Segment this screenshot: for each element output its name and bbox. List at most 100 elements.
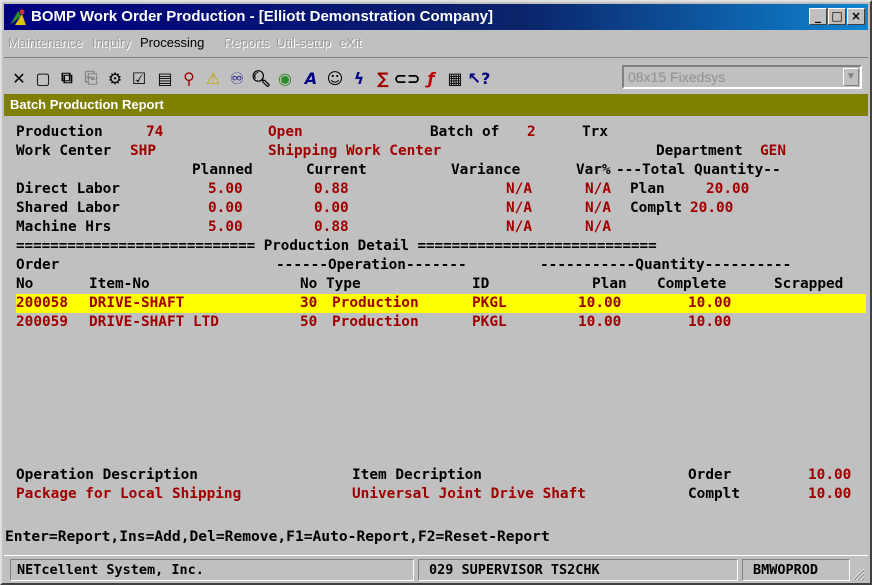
labor-variance: N/A <box>506 200 532 216</box>
variance-header: Variance <box>451 162 521 178</box>
current-header: Current <box>306 162 367 178</box>
order-group-header: Order <box>16 257 60 273</box>
menu-maintenance[interactable]: Maintenance <box>8 35 82 50</box>
formula-icon[interactable]: ∑ <box>372 67 394 89</box>
work-center-label: Work Center <box>16 143 112 159</box>
production-status: Open <box>268 124 303 140</box>
app-icon <box>10 9 26 25</box>
warning-icon[interactable]: ⚠ <box>202 67 224 89</box>
operation-description-label: Operation Description <box>16 467 198 483</box>
row-complete: 10.00 <box>688 295 732 311</box>
labor-current: 0.88 <box>314 181 349 197</box>
title-bar[interactable]: BOMP Work Order Production - [Elliott De… <box>4 4 868 30</box>
globe-icon[interactable]: ◉ <box>274 67 296 89</box>
labor-planned: 5.00 <box>208 181 243 197</box>
application-window: BOMP Work Order Production - [Elliott De… <box>0 0 872 585</box>
font-select[interactable]: 08x15 Fixedsys ▼ <box>622 65 862 89</box>
order-qty-label: Order <box>688 467 732 483</box>
properties-icon[interactable]: ☑ <box>128 67 150 89</box>
paste-icon[interactable]: ⎘ <box>80 67 102 89</box>
link-icon[interactable]: ⊂⊃ <box>394 67 421 89</box>
menu-inquiry[interactable]: Inquiry <box>92 35 131 50</box>
row-op-type: Production <box>332 314 419 330</box>
minimize-button[interactable]: _ <box>809 8 827 25</box>
binoculars-icon[interactable]: ♾ <box>226 67 248 89</box>
labor-variance: N/A <box>506 181 532 197</box>
work-center-name: Shipping Work Center <box>268 143 442 159</box>
batch-label: Batch of <box>430 124 500 140</box>
key-hint-line: Enter=Report,Ins=Add,Del=Remove,F1=Auto-… <box>5 528 550 545</box>
item-description-value: Universal Joint Drive Shaft <box>352 486 586 502</box>
row-plan: 10.00 <box>578 314 622 330</box>
lightning-icon[interactable]: ϟ <box>348 67 370 89</box>
window-title: BOMP Work Order Production - [Elliott De… <box>31 8 493 25</box>
total-label: Plan <box>630 181 665 197</box>
function-icon[interactable]: ƒ <box>420 67 442 89</box>
menu-bar: Maintenance Inquiry Processing Reports U… <box>4 32 868 52</box>
quantity-group-header: -----------Quantity---------- <box>540 257 792 273</box>
copy-icon[interactable]: ⧉ <box>56 67 78 89</box>
table-row[interactable]: 200059 DRIVE-SHAFT LTD 50 Production PKG… <box>16 313 866 332</box>
notes-icon[interactable]: ▦ <box>444 67 466 89</box>
row-op-no: 30 <box>300 295 318 311</box>
col-complete: Complete <box>657 276 727 292</box>
total-label: Complt <box>630 200 682 216</box>
toolbar: ✕ ▢ ⧉ ⎘ ⚙ ☑ ▤ ⚲ ⚠ ♾ 🔍︎ ◉ A ☺ ϟ ∑ ⊂⊃ ƒ ▦ … <box>4 57 868 94</box>
row-id: PKGL <box>472 314 507 330</box>
col-plan: Plan <box>592 276 627 292</box>
item-description-label: Item Decription <box>352 467 482 483</box>
menu-reports[interactable]: Reports <box>224 35 270 50</box>
window-icon[interactable]: ▢ <box>32 67 54 89</box>
production-detail-separator: ============================ Production … <box>16 238 657 254</box>
complt-qty-label: Complt <box>688 486 740 502</box>
font-select-value: 08x15 Fixedsys <box>628 69 726 85</box>
labor-planned: 5.00 <box>208 219 243 235</box>
operation-description-value: Package for Local Shipping <box>16 486 242 502</box>
maximize-button[interactable]: □ <box>828 8 846 25</box>
chevron-down-icon[interactable]: ▼ <box>843 68 859 86</box>
row-complete: 10.00 <box>688 314 732 330</box>
close-button[interactable]: × <box>847 8 865 25</box>
table-row[interactable]: 200058 DRIVE-SHAFT 30 Production PKGL 10… <box>16 294 866 313</box>
labor-label: Machine Hrs <box>16 219 112 235</box>
menu-exit[interactable]: eXit <box>339 35 361 50</box>
col-scrapped: Scrapped <box>774 276 844 292</box>
list-icon[interactable]: ▤ <box>154 67 176 89</box>
labor-var-pct: N/A <box>585 219 611 235</box>
batch-suffix: Trx <box>582 124 608 140</box>
find-icon[interactable]: ⚲ <box>178 67 200 89</box>
row-op-type: Production <box>332 295 419 311</box>
total-quantity-header: ---Total Quantity-- <box>616 162 781 178</box>
labor-variance: N/A <box>506 219 532 235</box>
menu-processing[interactable]: Processing <box>140 35 204 50</box>
labor-planned: 0.00 <box>208 200 243 216</box>
department-value: GEN <box>760 143 786 159</box>
planned-header: Planned <box>192 162 253 178</box>
operation-group-header: ------Operation------- <box>276 257 467 273</box>
col-order-no: No <box>16 276 34 292</box>
font-icon[interactable]: A <box>300 67 322 89</box>
department-label: Department <box>656 143 743 159</box>
production-number: 74 <box>146 124 164 140</box>
col-id: ID <box>472 276 490 292</box>
resize-grip-icon[interactable] <box>851 567 865 581</box>
report-title: Batch Production Report <box>4 94 868 116</box>
status-session: 029 SUPERVISOR TS2CHK <box>418 559 738 581</box>
row-item: DRIVE-SHAFT LTD <box>89 314 219 330</box>
help-pointer-icon[interactable]: ↖? <box>468 67 491 89</box>
close-x-icon[interactable]: ✕ <box>8 67 30 89</box>
labor-var-pct: N/A <box>585 181 611 197</box>
order-qty-value: 10.00 <box>808 467 852 483</box>
row-order: 200058 <box>16 295 68 311</box>
production-label: Production <box>16 124 103 140</box>
settings-icon[interactable]: ⚙ <box>104 67 126 89</box>
batch-count: 2 <box>527 124 536 140</box>
row-order: 200059 <box>16 314 68 330</box>
col-op-no-type: No Type <box>300 276 361 292</box>
people-icon[interactable]: ☺ <box>324 67 346 89</box>
magnifier-icon[interactable]: 🔍︎ <box>250 67 272 89</box>
status-company: NETcellent System, Inc. <box>10 559 414 581</box>
labor-label: Shared Labor <box>16 200 120 216</box>
menu-util-setup[interactable]: Util-setup <box>276 35 331 50</box>
row-plan: 10.00 <box>578 295 622 311</box>
